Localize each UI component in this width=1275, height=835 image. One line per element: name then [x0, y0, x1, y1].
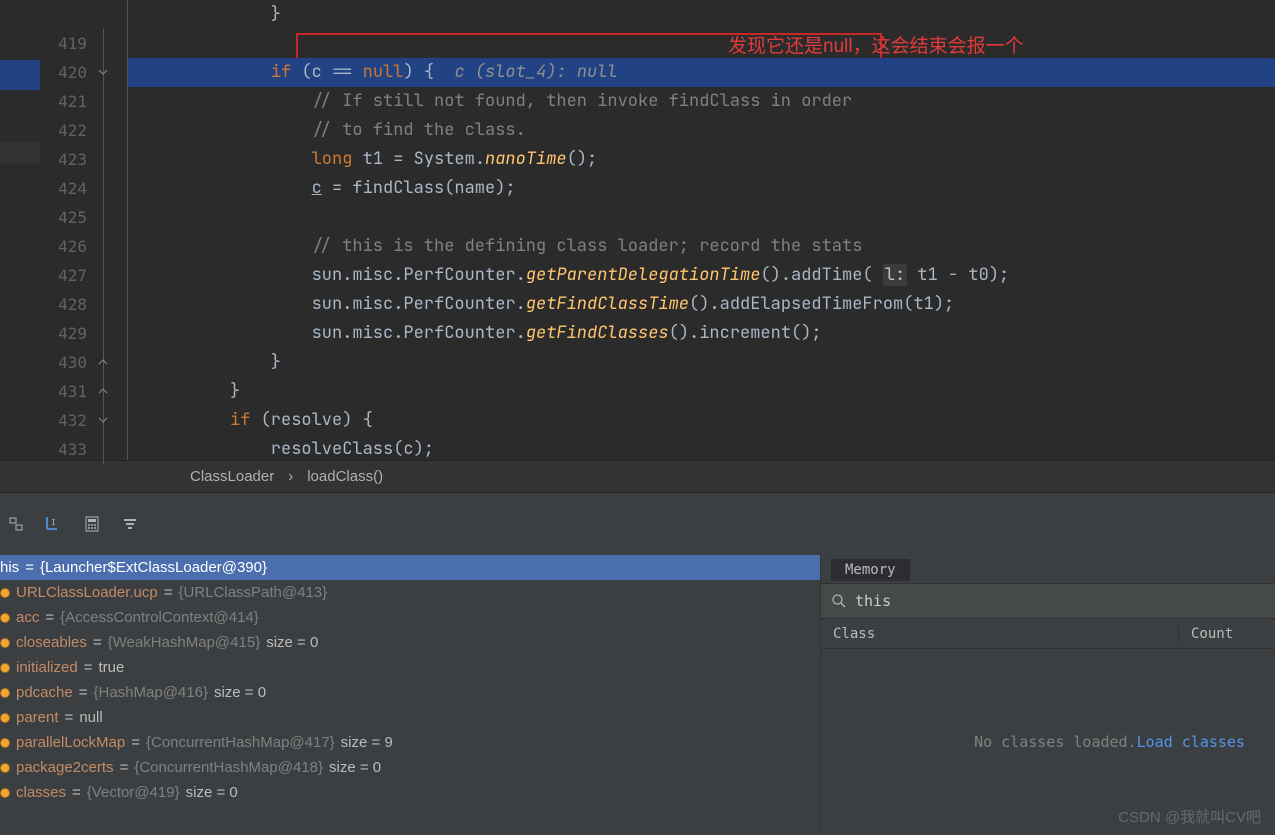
- field-icon: [0, 588, 10, 598]
- variable-row[interactable]: package2certs = {ConcurrentHashMap@418} …: [0, 755, 820, 780]
- variable-row[interactable]: pdcache = {HashMap@416} size = 0: [0, 680, 820, 705]
- svg-text:I: I: [51, 518, 56, 527]
- line-number[interactable]: 432: [40, 406, 95, 435]
- line-number[interactable]: 424: [40, 174, 95, 203]
- filter-icon[interactable]: [114, 508, 146, 540]
- fold-toggle-icon[interactable]: [97, 385, 109, 397]
- field-icon: [0, 638, 10, 648]
- code-line[interactable]: long t1 = System.nanoTime();: [128, 145, 1275, 174]
- variable-row[interactable]: parallelLockMap = {ConcurrentHashMap@417…: [0, 730, 820, 755]
- line-number[interactable]: 420: [40, 58, 95, 87]
- fold-toggle-icon[interactable]: [97, 356, 109, 368]
- field-icon: [0, 663, 10, 673]
- watermark: CSDN @我就叫CV吧: [1118, 806, 1261, 827]
- evaluate-expression-icon[interactable]: I: [38, 508, 70, 540]
- code-line[interactable]: // this is the defining class loader; re…: [128, 232, 1275, 261]
- memory-tab[interactable]: Memory: [831, 557, 910, 581]
- line-number[interactable]: [40, 0, 95, 29]
- col-count[interactable]: Count: [1179, 626, 1275, 642]
- code-line[interactable]: resolveClass(c);: [128, 435, 1275, 460]
- field-icon: [0, 788, 10, 798]
- line-number[interactable]: 430: [40, 348, 95, 377]
- variable-row[interactable]: parent = null: [0, 705, 820, 730]
- col-class[interactable]: Class: [821, 626, 1179, 642]
- line-gutter[interactable]: 4194204214224234244254264274284294304314…: [40, 0, 95, 460]
- code-line[interactable]: }: [128, 0, 1275, 29]
- code-line[interactable]: // If still not found, then invoke findC…: [128, 87, 1275, 116]
- line-number[interactable]: 431: [40, 377, 95, 406]
- code-editor: 4194204214224234244254264274284294304314…: [0, 0, 1275, 460]
- field-icon: [0, 763, 10, 773]
- variable-row[interactable]: acc = {AccessControlContext@414}: [0, 605, 820, 630]
- breadcrumb[interactable]: ClassLoader › loadClass(): [0, 460, 1275, 492]
- execution-marker: [0, 60, 40, 90]
- debug-panel: I his = {Launcher$ExtClassLoader@390}URL…: [0, 492, 1275, 835]
- restore-layout-icon[interactable]: [0, 508, 32, 540]
- fold-toggle-icon[interactable]: [97, 414, 109, 426]
- code-line[interactable]: if (resolve) {: [128, 406, 1275, 435]
- code-line[interactable]: c = findClass(name);: [128, 174, 1275, 203]
- variable-row[interactable]: initialized = true: [0, 655, 820, 680]
- variable-row[interactable]: closeables = {WeakHashMap@415} size = 0: [0, 630, 820, 655]
- field-icon: [0, 688, 10, 698]
- line-number[interactable]: 423: [40, 145, 95, 174]
- field-icon: [0, 613, 10, 623]
- variables-pane[interactable]: his = {Launcher$ExtClassLoader@390}URLCl…: [0, 555, 820, 835]
- load-classes-link[interactable]: Load classes: [1137, 733, 1245, 751]
- breadcrumb-method[interactable]: loadClass(): [307, 468, 383, 485]
- code-line[interactable]: }: [128, 348, 1275, 377]
- variable-row[interactable]: his = {Launcher$ExtClassLoader@390}: [0, 555, 820, 580]
- code-line[interactable]: if (c == null) { c (slot_4): null: [128, 58, 1275, 87]
- calculator-icon[interactable]: [76, 508, 108, 540]
- variable-row[interactable]: URLClassLoader.ucp = {URLClassPath@413}: [0, 580, 820, 605]
- memory-search-input[interactable]: this: [821, 583, 1275, 619]
- code-line[interactable]: }: [128, 377, 1275, 406]
- memory-table-header: Class Count: [821, 619, 1275, 649]
- left-margin: [0, 0, 40, 460]
- line-number[interactable]: 429: [40, 319, 95, 348]
- chevron-right-icon: ›: [288, 468, 293, 485]
- code-line[interactable]: sun.misc.PerfCounter.getFindClasses().in…: [128, 319, 1275, 348]
- code-line[interactable]: [128, 203, 1275, 232]
- code-line[interactable]: sun.misc.PerfCounter.getFindClassTime().…: [128, 290, 1275, 319]
- line-number[interactable]: 419: [40, 29, 95, 58]
- field-icon: [0, 738, 10, 748]
- code-line[interactable]: [128, 29, 1275, 58]
- line-number[interactable]: 422: [40, 116, 95, 145]
- line-number[interactable]: 428: [40, 290, 95, 319]
- line-number[interactable]: 425: [40, 203, 95, 232]
- breadcrumb-class[interactable]: ClassLoader: [190, 468, 274, 485]
- line-number[interactable]: 427: [40, 261, 95, 290]
- memory-pane: Memory this Class Count No classes loade…: [820, 555, 1275, 835]
- code-line[interactable]: sun.misc.PerfCounter.getParentDelegation…: [128, 261, 1275, 290]
- variable-row[interactable]: classes = {Vector@419} size = 0: [0, 780, 820, 805]
- field-icon: [0, 713, 10, 723]
- code-line[interactable]: // to find the class.: [128, 116, 1275, 145]
- fold-toggle-icon[interactable]: [97, 66, 109, 78]
- code-content[interactable]: 发现它还是null，这会结束会报一个 异常，被AppClassLoader给ca…: [128, 0, 1275, 460]
- line-number[interactable]: 426: [40, 232, 95, 261]
- fold-gutter[interactable]: [95, 0, 125, 460]
- search-icon: [831, 593, 847, 609]
- line-number[interactable]: 421: [40, 87, 95, 116]
- debug-toolbar: I: [0, 493, 1275, 555]
